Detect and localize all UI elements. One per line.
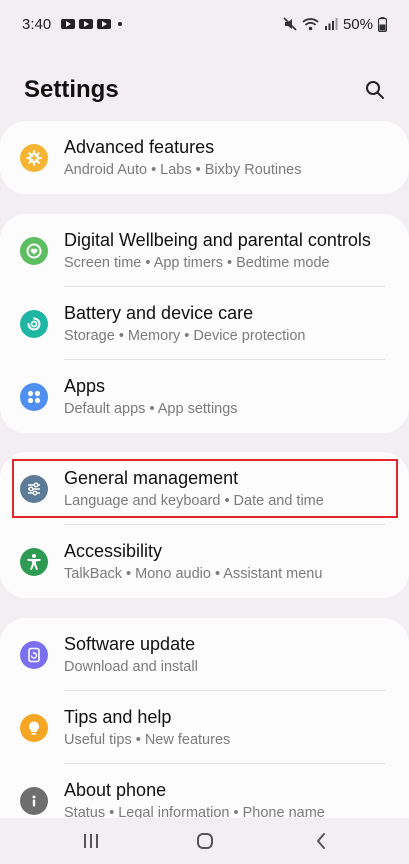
wifi-icon [302,18,319,31]
icon-circle [20,236,48,265]
setting-texts: Digital Wellbeing and parental controls … [64,214,389,287]
info-icon [32,795,36,806]
icon-circle [20,143,48,172]
setting-subtitle: Status • Legal information • Phone name [64,804,325,819]
setting-subtitle: Android Auto • Labs • Bixby Routines [64,161,302,178]
setting-title: Tips and help [64,706,172,727]
home-icon [197,833,213,849]
icon-circle [20,547,48,576]
mute-icon [283,17,297,31]
recents-icon [84,834,98,848]
software-update-icon [28,647,40,662]
battery-percentage: 50% [342,15,373,33]
setting-texts: Advanced features Android Auto • Labs • … [64,121,389,194]
search-icon [366,81,384,99]
device-care-icon [27,317,41,330]
setting-subtitle: Storage • Memory • Device protection [64,327,306,344]
setting-subtitle: Default apps • App settings [64,400,238,417]
setting-title: Digital Wellbeing and parental controls [64,229,371,250]
more-notifications-dot-icon [118,22,123,26]
wellbeing-icon [26,243,42,258]
setting-texts: About phone Status • Legal information •… [64,764,389,819]
status-bar: 3:40 50% [0,0,409,48]
youtube-notification-icon [97,19,112,29]
setting-texts: Accessibility TalkBack • Mono audio • As… [64,525,389,598]
status-time: 3:40 [22,15,52,33]
apps-icon [27,390,41,403]
settings-group-4: Software update Download and install Tip… [0,618,409,818]
setting-advanced-features[interactable]: Advanced features Android Auto • Labs • … [0,121,409,194]
setting-title: About phone [64,779,167,800]
setting-about-phone[interactable]: About phone Status • Legal information •… [0,764,409,818]
setting-accessibility[interactable]: Accessibility TalkBack • Mono audio • As… [0,525,409,598]
setting-digital-wellbeing[interactable]: Digital Wellbeing and parental controls … [0,214,409,287]
search-button[interactable] [363,78,387,102]
recents-button[interactable] [78,830,104,852]
setting-software-update[interactable]: Software update Download and install [0,618,409,691]
setting-title: Accessibility [64,540,163,561]
setting-title: Advanced features [64,136,215,157]
setting-texts: Apps Default apps • App settings [64,360,389,433]
setting-title: Software update [64,633,196,654]
youtube-notification-icon [61,19,76,29]
signal-icon [324,18,338,30]
settings-group-1: Advanced features Android Auto • Labs • … [0,121,409,194]
setting-subtitle: Screen time • App timers • Bedtime mode [64,254,330,271]
page-title: Settings [24,76,119,103]
icon-circle [20,786,48,815]
setting-battery-device-care[interactable]: Battery and device care Storage • Memory… [0,287,409,360]
back-button[interactable] [308,830,334,852]
icon-circle [20,640,48,669]
icon-circle [20,382,48,411]
icon-circle [20,713,48,742]
lightbulb-icon [28,721,39,735]
setting-subtitle: Download and install [64,658,198,675]
setting-texts: Software update Download and install [64,618,389,691]
home-button[interactable] [192,830,218,852]
highlight-box [12,459,398,518]
back-icon [317,833,325,849]
setting-texts: Tips and help Useful tips • New features [64,691,389,764]
settings-group-2: Digital Wellbeing and parental controls … [0,214,409,433]
youtube-notification-icon [79,19,94,29]
status-right: 50% [283,16,387,33]
setting-title: Battery and device care [64,302,254,323]
icon-circle [20,309,48,338]
setting-subtitle: TalkBack • Mono audio • Assistant menu [64,565,323,582]
accessibility-icon [27,553,41,570]
gear-plus-icon [26,150,42,165]
header: Settings [0,70,409,110]
setting-tips-help[interactable]: Tips and help Useful tips • New features [0,691,409,764]
setting-title: Apps [64,375,106,396]
setting-subtitle: Useful tips • New features [64,731,231,748]
battery-charging-icon [378,16,387,32]
setting-texts: Battery and device care Storage • Memory… [64,287,389,360]
setting-apps[interactable]: Apps Default apps • App settings [0,360,409,433]
navigation-bar [0,818,409,864]
status-left: 3:40 [22,15,123,33]
